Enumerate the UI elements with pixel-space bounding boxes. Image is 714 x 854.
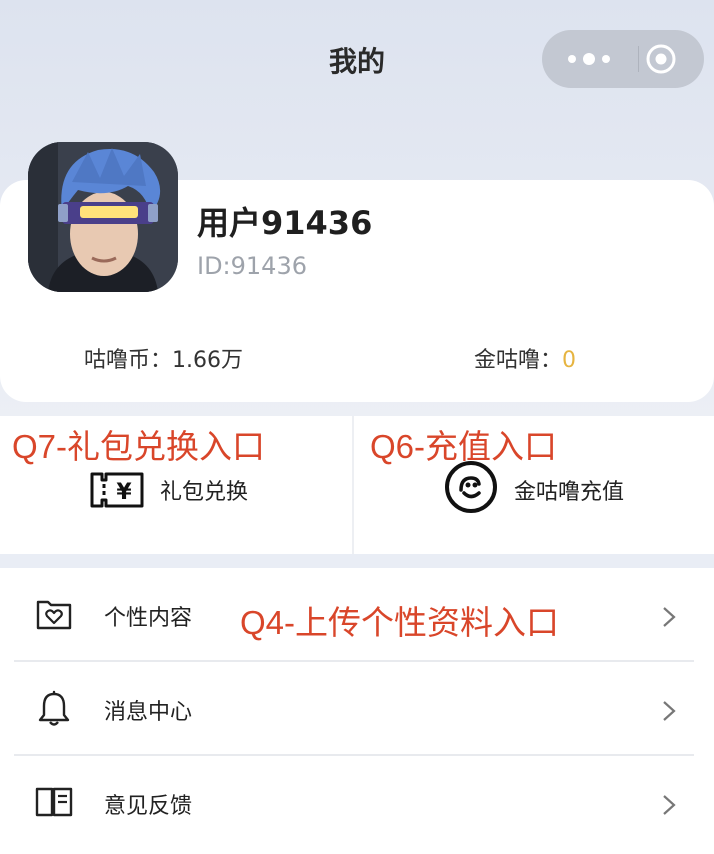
bell-icon — [38, 690, 70, 726]
chevron-right-icon — [663, 701, 676, 721]
more-dots-icon[interactable] — [568, 53, 610, 65]
coin-value: 1.66万 — [172, 348, 244, 373]
avatar-image — [28, 142, 178, 292]
mini-program-capsule — [542, 30, 704, 88]
book-icon — [35, 787, 73, 817]
svg-text:¥: ¥ — [116, 480, 132, 505]
menu-item-feedback[interactable]: 意见反馈 — [0, 756, 714, 850]
capsule-divider — [638, 46, 639, 72]
username: 用户91436 — [197, 204, 373, 242]
chevron-right-icon — [663, 795, 676, 815]
annotation-q7: Q7-礼包兑换入口 — [12, 428, 266, 465]
avatar[interactable] — [28, 142, 178, 292]
gold-recharge-label: 金咕噜充值 — [514, 480, 625, 505]
gift-exchange-label: 礼包兑换 — [160, 480, 249, 505]
menu-item-label: 消息中心 — [104, 700, 193, 725]
gold-value: 0 — [562, 348, 577, 373]
gold-label: 金咕噜： — [474, 348, 563, 373]
menu-item-message-center[interactable]: 消息中心 — [0, 662, 714, 756]
chevron-right-icon — [663, 607, 676, 627]
coin-balance: 咕噜币：1.66万 — [84, 342, 243, 374]
coupon-yen-icon: ¥ — [90, 472, 144, 508]
gold-balance: 金咕噜：0 — [474, 342, 576, 374]
action-divider — [352, 416, 354, 554]
annotation-q4: Q4-上传个性资料入口 — [240, 604, 560, 641]
coin-label: 咕噜币： — [84, 348, 173, 373]
target-circle-icon[interactable] — [645, 43, 677, 75]
heart-folder-icon — [36, 600, 72, 630]
smile-coin-icon — [445, 461, 497, 513]
menu-item-label: 个性内容 — [104, 606, 193, 631]
menu-item-label: 意见反馈 — [104, 794, 193, 819]
user-id: ID:91436 — [197, 252, 307, 280]
